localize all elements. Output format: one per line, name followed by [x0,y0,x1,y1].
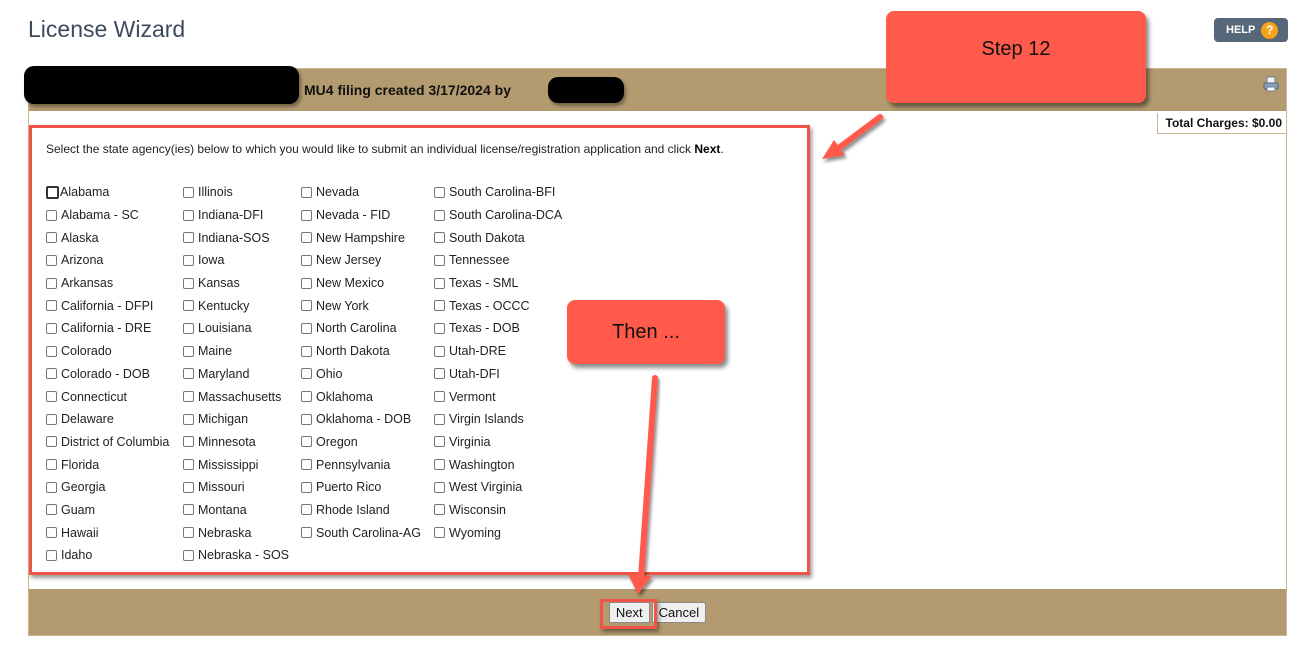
redacted-block [24,66,299,104]
help-question-icon: ? [1261,21,1279,39]
cancel-button[interactable]: Cancel [651,601,707,623]
help-button[interactable]: HELP ? [1214,18,1288,42]
step-callout: Step 12 [886,11,1146,103]
total-charges: Total Charges: $0.00 [1156,113,1286,134]
then-callout: Then ... [567,300,725,364]
page-title: License Wizard [28,16,186,42]
print-icon[interactable] [1262,75,1280,93]
action-bar: Next Cancel [29,589,1286,635]
redacted-block [548,77,624,103]
filing-info-text: MU4 filing created 3/17/2024 by [304,82,511,98]
help-label: HELP [1226,24,1256,36]
next-highlight-box [600,599,657,629]
